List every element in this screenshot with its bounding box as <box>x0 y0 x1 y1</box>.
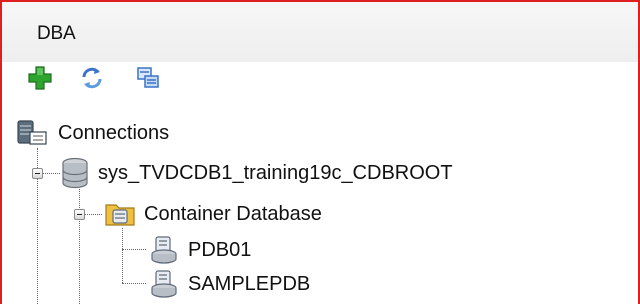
tree-line <box>122 249 146 250</box>
dba-panel: DBA Connections sys_TVDCDB1_training19c_… <box>0 0 640 304</box>
filter-icon <box>137 67 159 88</box>
tree-line <box>43 173 60 174</box>
filter-button[interactable] <box>134 64 162 92</box>
pdb-icon <box>151 270 177 298</box>
connection-label: sys_TVDCDB1_training19c_CDBROOT <box>98 161 453 184</box>
tree-root-connections[interactable]: Connections <box>16 118 169 148</box>
pdb-label: SAMPLEPDB <box>188 272 311 295</box>
pdb-icon <box>151 236 177 264</box>
connections-icon <box>17 120 47 145</box>
container-database-label: Container Database <box>144 202 322 225</box>
refresh-icon <box>82 67 102 89</box>
tree-line <box>122 283 146 284</box>
add-connection-button[interactable] <box>26 64 54 92</box>
tree-line <box>85 214 102 215</box>
collapse-connection-toggle[interactable] <box>32 168 43 179</box>
tree-item-pdb01[interactable]: PDB01 <box>150 236 251 264</box>
panel-title: DBA <box>37 23 76 44</box>
pdb-label: PDB01 <box>188 238 252 261</box>
tree-item-container-database[interactable]: Container Database <box>104 200 322 228</box>
container-folder-icon <box>105 204 135 226</box>
tree-line <box>122 228 123 283</box>
connections-tree: Connections sys_TVDCDB1_training19c_CDBR… <box>2 110 638 304</box>
panel-header: DBA <box>2 2 638 62</box>
refresh-button[interactable] <box>78 64 106 92</box>
tree-item-samplepdb[interactable]: SAMPLEPDB <box>150 270 310 298</box>
database-cylinder-icon <box>62 157 88 189</box>
collapse-container-toggle[interactable] <box>74 209 85 220</box>
tree-root-label: Connections <box>58 121 170 144</box>
green-plus-icon <box>28 66 52 90</box>
tree-line <box>79 189 80 304</box>
tree-item-connection[interactable]: sys_TVDCDB1_training19c_CDBROOT <box>60 157 453 189</box>
